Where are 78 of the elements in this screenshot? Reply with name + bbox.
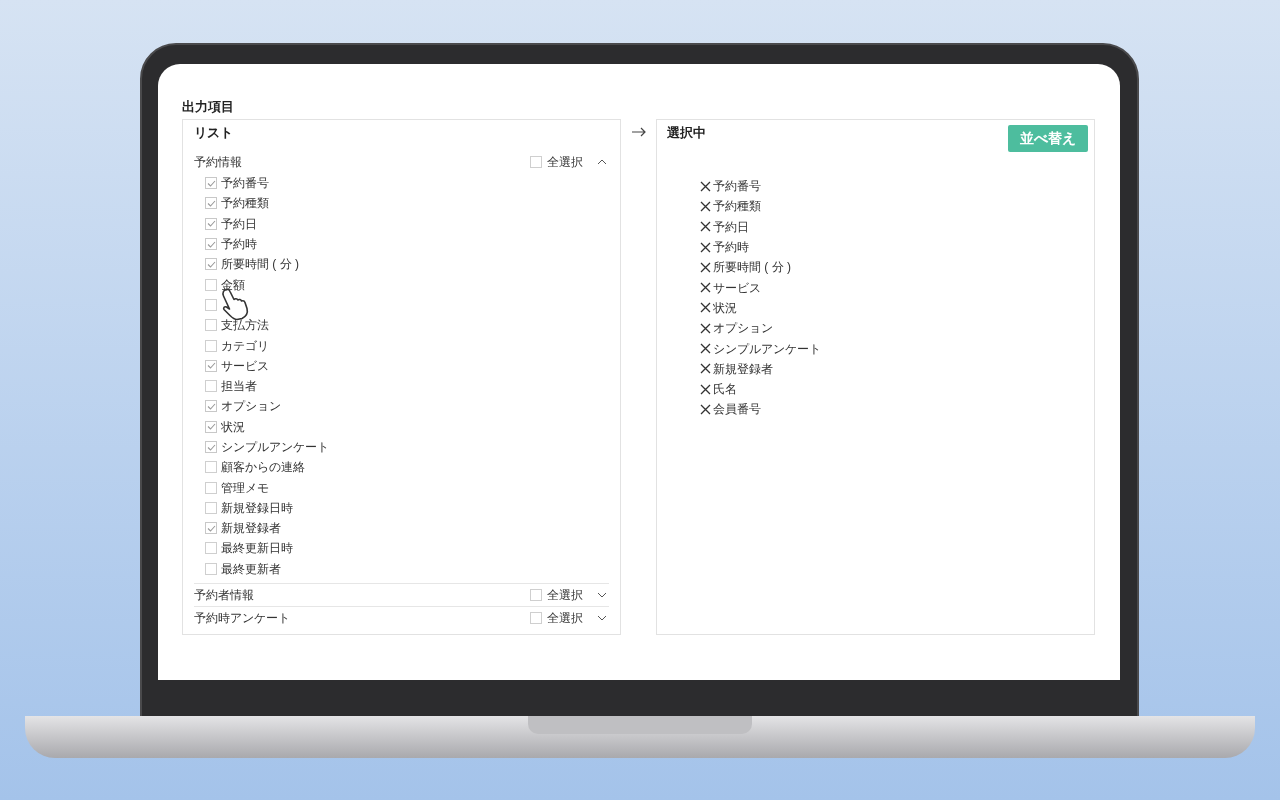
checkbox[interactable] (205, 562, 217, 575)
selected-item: 会員番号 (713, 401, 761, 419)
remove-icon[interactable] (700, 241, 711, 253)
selected-item: 予約時 (713, 239, 749, 257)
remove-icon[interactable] (700, 343, 711, 354)
item-label: 予約日 (221, 215, 257, 233)
remove-icon[interactable] (700, 200, 711, 212)
item-label: カテゴリ (221, 337, 269, 355)
checkbox[interactable] (205, 542, 217, 555)
item-label: 管理メモ (221, 479, 269, 497)
item-label: 新規登録者 (221, 520, 281, 538)
remove-icon[interactable] (700, 363, 711, 375)
remove-icon[interactable] (700, 322, 711, 334)
group-label: 予約時アンケート (194, 609, 291, 627)
item-label: 状況 (221, 418, 245, 436)
checkbox[interactable] (205, 238, 217, 251)
item-label: 予約番号 (221, 175, 269, 193)
chevron-down-icon[interactable] (597, 591, 607, 598)
checkbox[interactable] (205, 278, 217, 291)
item-label: 新規登録日時 (221, 499, 293, 517)
remove-icon[interactable] (700, 180, 711, 192)
chevron-down-icon[interactable] (597, 614, 607, 621)
remove-icon[interactable] (700, 302, 711, 314)
select-all-label[interactable]: 全選択 (547, 608, 583, 627)
checkbox[interactable] (205, 339, 217, 352)
select-all-label[interactable]: 全選択 (547, 152, 583, 171)
item-label: 担当者 (221, 378, 257, 396)
item-label: 予約時 (221, 236, 257, 254)
panel-title: リスト (194, 124, 233, 142)
checkbox[interactable] (205, 481, 217, 494)
group-label: 予約者情報 (194, 586, 255, 604)
checkbox[interactable] (205, 217, 217, 230)
checkbox[interactable] (205, 461, 217, 474)
selected-item: 予約番号 (713, 178, 761, 196)
section-title: 出力項目 (182, 98, 234, 116)
remove-icon[interactable] (700, 403, 711, 415)
remove-icon[interactable] (700, 383, 711, 395)
selected-item: 予約種類 (713, 198, 761, 216)
selected-item: オプション (713, 320, 773, 338)
selected-item: シンプルアンケート (713, 340, 821, 358)
item-label: オプション (221, 398, 281, 416)
checkbox[interactable] (205, 501, 217, 514)
selected-item: 所要時間 ( 分 ) (713, 259, 791, 277)
checkbox[interactable] (205, 298, 217, 311)
item-label: 支払方法 (221, 317, 269, 335)
checkbox[interactable] (205, 420, 217, 433)
checkbox[interactable] (205, 177, 217, 190)
selected-item: 氏名 (713, 381, 737, 399)
item-label: 最終更新日時 (221, 540, 293, 558)
item-label: 顧客からの連絡 (221, 459, 305, 477)
checkbox[interactable] (205, 197, 217, 210)
item-label: 予約種類 (221, 195, 269, 213)
checkbox[interactable] (205, 400, 217, 413)
selected-item: 予約日 (713, 218, 749, 236)
selected-item: 状況 (713, 299, 737, 317)
checkbox[interactable] (205, 522, 217, 535)
selected-item: 新規登録者 (713, 360, 773, 378)
checkbox[interactable] (205, 359, 217, 372)
selected-item: サービス (713, 279, 761, 297)
remove-icon[interactable] (700, 261, 711, 273)
checkbox[interactable] (205, 258, 217, 271)
checkbox[interactable] (205, 319, 217, 332)
arrow-right-icon (631, 127, 646, 137)
item-label: 最終更新者 (221, 560, 281, 578)
checkbox[interactable] (530, 588, 542, 601)
remove-icon[interactable] (700, 221, 711, 233)
item-label: サービス (221, 357, 269, 375)
item-label: 所要時間 ( 分 ) (221, 256, 299, 274)
checkbox[interactable] (530, 611, 542, 624)
checkbox[interactable] (205, 441, 217, 453)
select-all-label[interactable]: 全選択 (547, 585, 583, 604)
checkbox[interactable] (205, 380, 217, 393)
item-label: シンプルアンケート (221, 439, 329, 456)
checkbox[interactable] (530, 155, 542, 168)
panel-title: 選択中 (667, 124, 706, 142)
group-label: 予約情報 (194, 153, 243, 171)
remove-icon[interactable] (700, 282, 711, 294)
chevron-up-icon[interactable] (597, 158, 607, 165)
